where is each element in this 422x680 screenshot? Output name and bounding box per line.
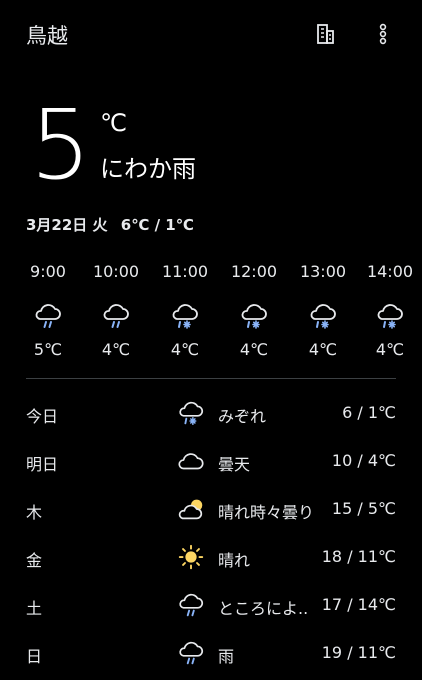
hour-temp: 4℃ <box>239 340 269 359</box>
daily-row[interactable]: 今日 みぞれ 6 / 1℃ <box>0 398 422 430</box>
day-temps: 18 / 11℃ <box>321 547 396 566</box>
sleet-cloud-icon <box>310 303 336 329</box>
day-label: 土 <box>26 599 43 618</box>
rain-cloud-icon <box>179 641 204 665</box>
day-condition: みぞれ <box>218 407 267 426</box>
hourly-forecast[interactable]: 9:00 5℃ 10:00 4℃ 11:00 4℃ 12:00 4℃ 13:00… <box>0 262 422 372</box>
divider <box>26 378 396 379</box>
cloud-icon <box>178 453 204 470</box>
sleet-cloud-icon <box>172 303 198 329</box>
date-line: 3月22日 火 6℃ / 1℃ <box>26 214 194 235</box>
hour-time: 12:00 <box>230 262 278 281</box>
top-bar: 鳥越 <box>0 0 422 70</box>
hour-temp: 4℃ <box>170 340 200 359</box>
day-temps: 19 / 11℃ <box>321 643 396 662</box>
hour-time: 11:00 <box>161 262 209 281</box>
hour-temp: 4℃ <box>308 340 338 359</box>
hour-temp: 4℃ <box>375 340 405 359</box>
daily-row[interactable]: 土 ところによ.. 17 / 14℃ <box>0 590 422 622</box>
daily-row[interactable]: 日 雨 19 / 11℃ <box>0 638 422 670</box>
day-condition: 曇天 <box>218 455 251 474</box>
hour-time: 14:00 <box>366 262 414 281</box>
day-condition: 雨 <box>218 647 235 666</box>
hourly-item: 14:00 4℃ <box>356 262 422 359</box>
sleet-cloud-icon <box>179 401 204 426</box>
rain-cloud-icon <box>35 303 61 328</box>
sleet-cloud-icon <box>241 303 267 329</box>
day-temps: 6 / 1℃ <box>342 403 396 422</box>
temperature-unit: ℃ <box>100 109 127 137</box>
location-title[interactable]: 鳥越 <box>26 20 68 50</box>
day-label: 今日 <box>26 407 59 426</box>
hourly-item: 11:00 4℃ <box>151 262 219 359</box>
hourly-item: 10:00 4℃ <box>82 262 150 359</box>
day-condition: 晴れ時々曇り <box>218 503 315 522</box>
sleet-cloud-icon <box>377 303 403 329</box>
partly-cloudy-icon <box>178 499 203 520</box>
hourly-item: 13:00 4℃ <box>289 262 357 359</box>
current-temperature: 5 <box>30 89 92 201</box>
daily-row[interactable]: 木 晴れ時々曇り 15 / 5℃ <box>0 494 422 526</box>
hour-time: 9:00 <box>30 262 66 281</box>
hour-temp: 4℃ <box>101 340 131 359</box>
current-conditions: 5 ℃ にわか雨 <box>0 95 422 205</box>
day-label: 木 <box>26 503 43 522</box>
more-vert-icon[interactable] <box>371 22 395 46</box>
day-temps: 10 / 4℃ <box>331 451 396 470</box>
day-temps: 15 / 5℃ <box>331 499 396 518</box>
day-label: 明日 <box>26 455 59 474</box>
hourly-item: 12:00 4℃ <box>220 262 288 359</box>
current-condition: にわか雨 <box>100 155 196 183</box>
building-icon[interactable] <box>313 22 337 46</box>
hour-time: 13:00 <box>299 262 347 281</box>
current-date: 3月22日 火 <box>26 216 108 234</box>
hour-temp: 5℃ <box>33 340 63 359</box>
day-label: 金 <box>26 551 43 570</box>
daily-row[interactable]: 明日 曇天 10 / 4℃ <box>0 446 422 478</box>
rain-cloud-icon <box>103 303 129 328</box>
day-condition: ところによ.. <box>218 599 309 618</box>
daily-row[interactable]: 金 晴れ 18 / 11℃ <box>0 542 422 574</box>
rain-cloud-icon <box>179 593 204 617</box>
high-low-temp: 6℃ / 1℃ <box>120 216 194 234</box>
hourly-item: 9:00 5℃ <box>14 262 82 359</box>
day-condition: 晴れ <box>218 551 251 570</box>
hour-time: 10:00 <box>92 262 140 281</box>
day-label: 日 <box>26 647 43 666</box>
sun-icon <box>178 544 204 570</box>
day-temps: 17 / 14℃ <box>321 595 396 614</box>
